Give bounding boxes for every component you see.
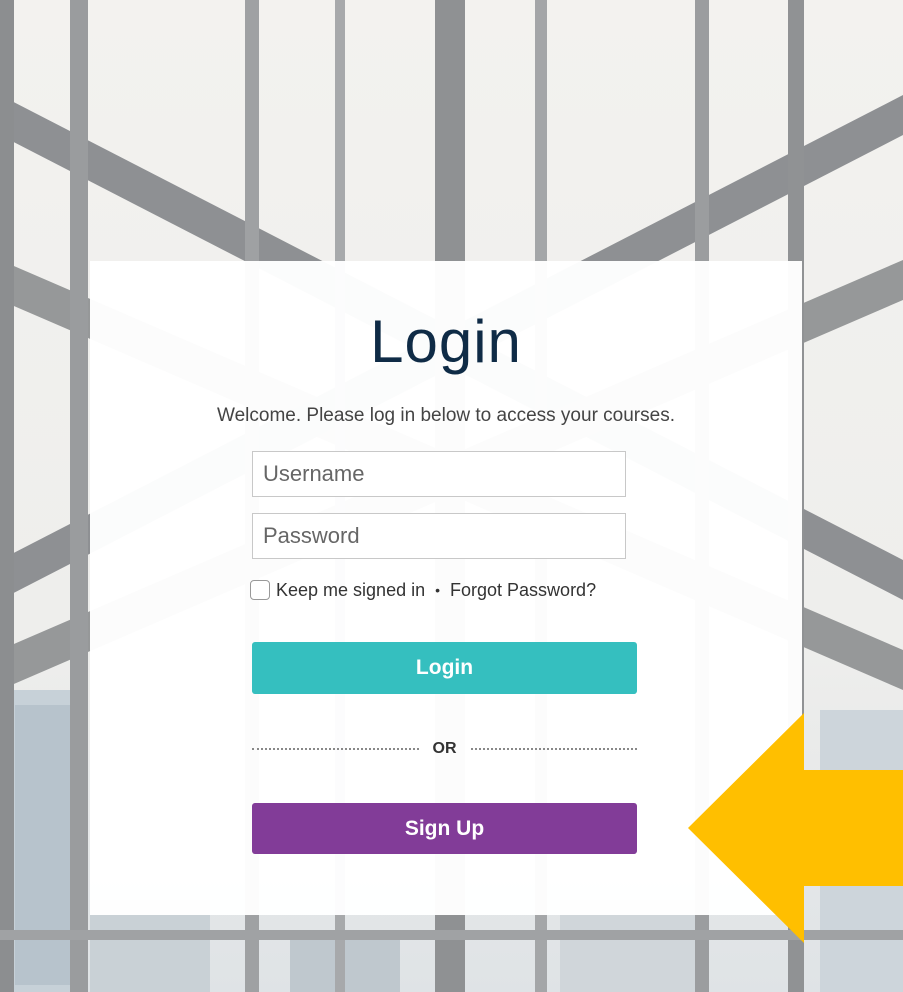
arrow-left-icon — [688, 713, 903, 943]
